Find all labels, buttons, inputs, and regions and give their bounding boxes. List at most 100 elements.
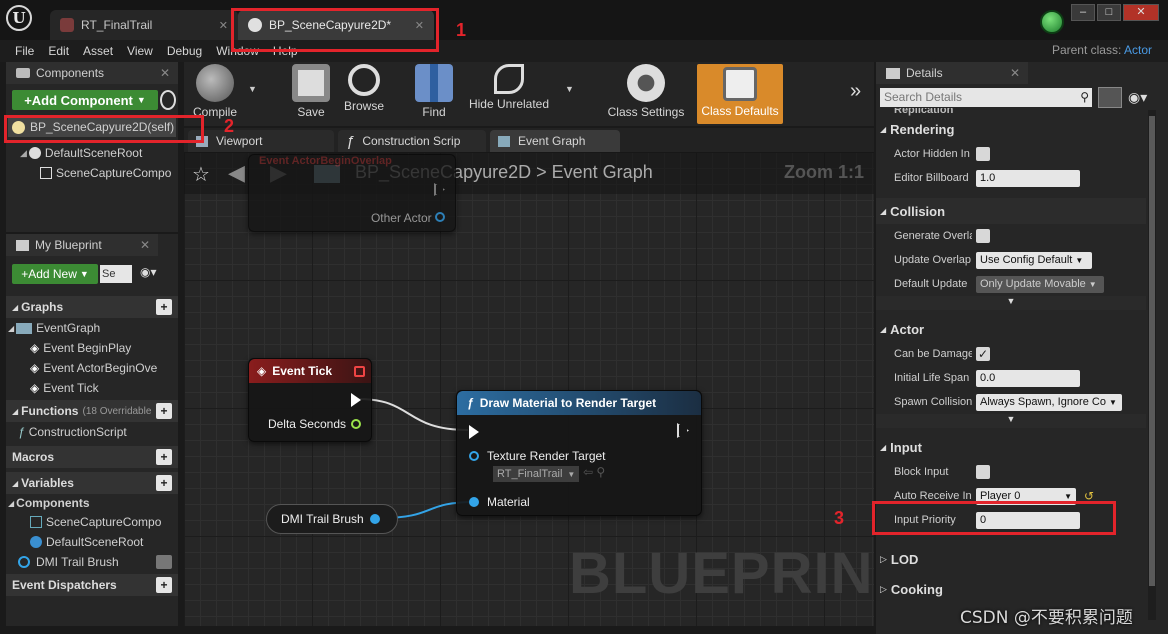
add-component-button[interactable]: +Add Component ▼ (12, 90, 158, 110)
can-be-damaged-checkbox[interactable]: ✓ (976, 347, 990, 361)
variable-item-dmi[interactable]: DMI Trail Brush (6, 552, 178, 572)
section-macros[interactable]: Macros + (6, 446, 178, 468)
exec-arrow-icon (351, 393, 361, 407)
section-functions[interactable]: ◢ Functions (18 Overridable + (6, 400, 178, 422)
details-scrollbar[interactable] (1148, 110, 1156, 620)
add-variable-button[interactable]: + (156, 475, 172, 491)
find-button[interactable]: Find (408, 64, 460, 124)
event-graph-canvas[interactable]: ☆ ◀ ▶ BP_SceneCapyure2D > Event Graph Zo… (184, 152, 874, 626)
spawn-collision-dropdown[interactable]: Always Spawn, Ignore Co ▼ (976, 393, 1122, 411)
node-event-tick[interactable]: ◈ Event Tick Delta Seconds (248, 358, 372, 442)
section-event-dispatchers[interactable]: Event Dispatchers + (6, 574, 178, 596)
maximize-button[interactable]: □ (1097, 4, 1121, 21)
tab-rt-finaltrail[interactable]: RT_FinalTrail ✕ (50, 10, 238, 40)
search-icon[interactable] (160, 90, 176, 110)
eye-icon[interactable]: ◉▾ (1128, 89, 1147, 106)
pin-material[interactable]: Material (469, 495, 530, 509)
details-search-input[interactable]: Search Details ⚲ (880, 88, 1092, 107)
chevron-down-icon[interactable]: ▼ (565, 84, 574, 94)
search-input[interactable]: Se (100, 265, 132, 283)
section-input[interactable]: ◢ Input (876, 434, 1146, 460)
close-window-button[interactable]: ✕ (1123, 4, 1159, 21)
section-cooking[interactable]: ▷ Cooking (876, 576, 1146, 602)
add-dispatcher-button[interactable]: + (156, 577, 172, 593)
section-variables[interactable]: ◢ Variables + (6, 472, 178, 494)
section-graphs[interactable]: ◢ Graphs + (6, 296, 178, 318)
tab-event-graph[interactable]: Event Graph (490, 130, 620, 152)
initial-life-span-input[interactable]: 0.0 (976, 369, 1080, 387)
visibility-toggle-icon[interactable] (156, 555, 172, 569)
menu-edit[interactable]: Edit (41, 44, 76, 58)
node-dmi-trail-brush[interactable]: DMI Trail Brush (266, 504, 398, 534)
delegate-pin-icon[interactable] (354, 365, 365, 377)
menu-asset[interactable]: Asset (76, 44, 120, 58)
hide-unrelated-button[interactable]: Hide Unrelated (464, 64, 554, 124)
tree-item-event[interactable]: ◈ Event ActorBeginOve (6, 358, 178, 378)
section-replication[interactable]: Replication (876, 108, 1146, 116)
tab-viewport[interactable]: Viewport (188, 130, 334, 152)
section-lod[interactable]: ▷ LOD (876, 546, 1146, 572)
generate-overlap-checkbox[interactable] (976, 229, 990, 243)
chevron-down-icon[interactable]: ▼ (248, 84, 257, 94)
close-icon[interactable]: ✕ (219, 19, 228, 32)
asset-browse-icons[interactable]: ⇦ ⚲ (583, 465, 605, 479)
add-graph-button[interactable]: + (156, 299, 172, 315)
close-icon[interactable]: ✕ (140, 238, 150, 252)
default-update-dropdown[interactable]: Only Update Movable ▼ (976, 275, 1104, 293)
object-pin-icon (469, 451, 479, 461)
eye-icon[interactable]: ◉▾ (140, 265, 166, 281)
actor-hidden-checkbox[interactable] (976, 147, 990, 161)
menu-file[interactable]: File (8, 44, 41, 58)
save-button[interactable]: Save (286, 64, 336, 124)
property-matrix-icon[interactable] (1098, 87, 1122, 108)
section-actor[interactable]: ◢ Actor (876, 316, 1146, 342)
section-rendering[interactable]: ◢ Rendering (876, 116, 1146, 142)
toolbar-overflow-icon[interactable]: » (850, 80, 861, 103)
tab-construction-script[interactable]: ƒ Construction Scrip (338, 130, 486, 152)
pin-texture-render-target[interactable]: Texture Render Target (469, 449, 606, 463)
source-control-icon[interactable] (1040, 10, 1064, 34)
expand-advanced-icon[interactable]: ▼ (876, 296, 1146, 310)
row-initial-life-span: Initial Life Span 0.0 (876, 366, 1146, 390)
minimize-button[interactable]: – (1071, 4, 1095, 21)
add-new-button[interactable]: +Add New ▼ (12, 264, 98, 284)
menu-view[interactable]: View (120, 44, 160, 58)
tree-item-event[interactable]: ◈ Event BeginPlay (6, 338, 178, 358)
variable-category-components[interactable]: ◢ Components (6, 494, 178, 512)
node-draw-material[interactable]: ƒ Draw Material to Render Target Texture … (456, 390, 702, 516)
graph-icon (16, 322, 33, 334)
update-overlap-dropdown[interactable]: Use Config Default ▼ (976, 251, 1092, 269)
section-collision[interactable]: ◢ Collision (876, 198, 1146, 224)
collapse-arrow-icon: ◢ (880, 324, 887, 334)
tree-item-defaultsceneroot[interactable]: ◢ DefaultSceneRoot (20, 143, 176, 163)
close-icon[interactable]: ✕ (1010, 66, 1020, 80)
row-can-be-damaged: Can be Damage ✓ (894, 347, 990, 361)
editor-billboard-input[interactable]: 1.0 (976, 169, 1080, 187)
variable-item[interactable]: SceneCaptureCompo (6, 512, 178, 532)
exec-out-pin[interactable] (677, 423, 689, 438)
variable-item[interactable]: DefaultSceneRoot (6, 532, 178, 552)
pin-delta-seconds[interactable]: Delta Seconds (268, 417, 361, 431)
class-settings-button[interactable]: Class Settings (604, 64, 688, 124)
add-macro-button[interactable]: + (156, 449, 172, 465)
tree-item-construction-script[interactable]: ƒ ConstructionScript (6, 422, 178, 442)
menu-debug[interactable]: Debug (160, 44, 209, 58)
object-pin-icon (469, 497, 479, 507)
tree-item-scenecapture[interactable]: SceneCaptureCompo (40, 163, 176, 183)
details-icon (886, 67, 900, 79)
parent-class-link[interactable]: Actor (1124, 43, 1152, 57)
exec-in-pin[interactable] (469, 425, 479, 442)
texture-asset-picker[interactable]: RT_FinalTrail ▼ (493, 466, 580, 482)
scrollbar-thumb[interactable] (1149, 116, 1155, 586)
block-input-checkbox[interactable] (976, 465, 990, 479)
browse-button[interactable]: Browse (338, 64, 390, 124)
close-icon[interactable]: ✕ (160, 66, 170, 80)
class-defaults-button[interactable]: Class Defaults (697, 64, 783, 124)
tree-item-event[interactable]: ◈ Event Tick (6, 378, 178, 398)
add-function-button[interactable]: + (156, 403, 172, 419)
chevron-down-icon: ▼ (567, 469, 576, 479)
scene-capture-icon (40, 167, 52, 179)
expand-advanced-icon[interactable]: ▼ (876, 414, 1146, 428)
tree-item-eventgraph[interactable]: ◢ EventGraph (6, 318, 178, 338)
exec-out-pin[interactable] (351, 393, 361, 410)
